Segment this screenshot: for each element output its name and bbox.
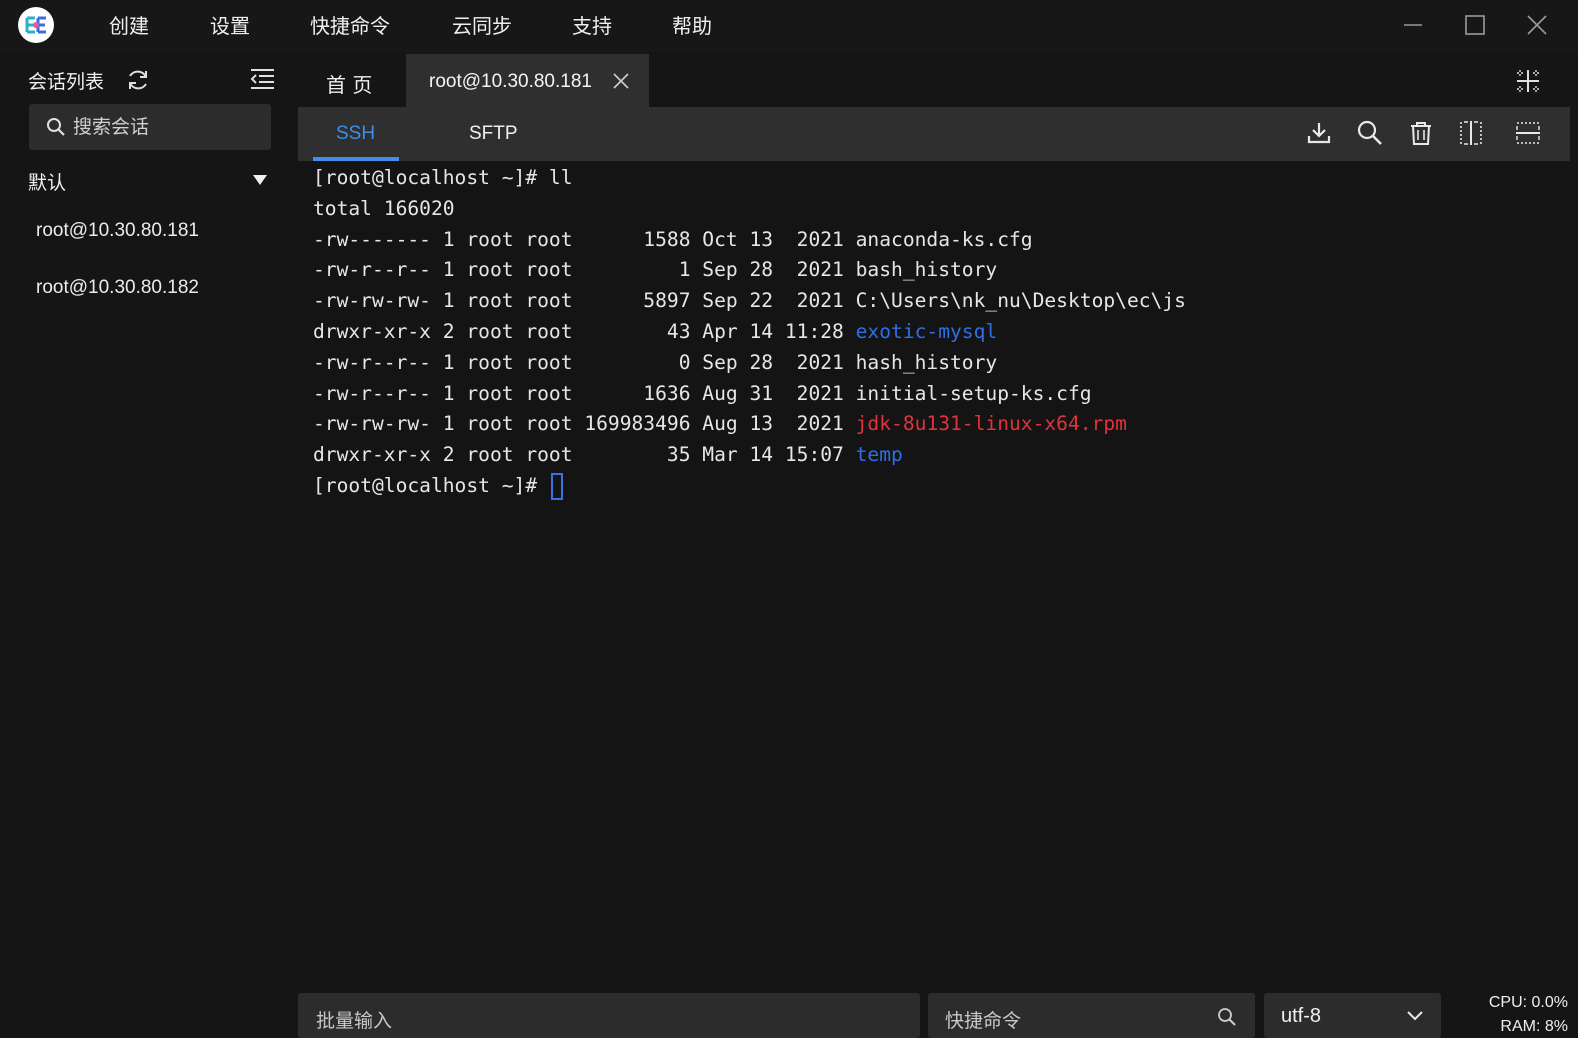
tab-session-label: root@10.30.80.181 — [429, 71, 592, 92]
session-item[interactable]: root@10.30.80.181 — [36, 220, 199, 242]
terminal-line: total 166020 — [313, 194, 1186, 225]
tab-ssh[interactable]: SSH — [336, 123, 375, 145]
app-logo-icon — [18, 7, 54, 43]
minimize-icon[interactable] — [1398, 10, 1428, 40]
terminal-text: -rw------- 1 root root 1588 Oct 13 2021 … — [313, 227, 1033, 251]
collapse-sidebar-icon[interactable] — [248, 66, 276, 92]
session-sidebar: 会话列表 默认 — [0, 52, 298, 1038]
terminal-text: -rw-rw-rw- 1 root root 169983496 Aug 13 … — [313, 412, 856, 436]
split-vertical-icon[interactable] — [1457, 119, 1485, 147]
session-search-input[interactable] — [73, 112, 263, 142]
terminal-text: [root@localhost ~]# ll — [313, 166, 573, 189]
tab-home-label: 首 页 — [326, 73, 373, 97]
encoding-select[interactable]: utf-8 — [1264, 993, 1441, 1038]
menu-quick-commands[interactable]: 快捷命令 — [310, 12, 390, 40]
split-layout-icon[interactable] — [1515, 68, 1541, 94]
bottom-bar: 批量输入 快捷命令 utf-8 CPU: 0.0% RAM: 8% — [298, 991, 1578, 1038]
tab-sftp[interactable]: SFTP — [469, 123, 518, 145]
terminal-text: [root@localhost ~]# — [313, 473, 549, 497]
terminal-cursor — [550, 472, 563, 500]
title-bar: 创建 设置 快捷命令 云同步 支持 帮助 — [0, 0, 1578, 52]
quick-command-placeholder: 快捷命令 — [945, 1010, 1022, 1032]
window-close-icon[interactable] — [1522, 10, 1552, 40]
resource-stats: CPU: 0.0% RAM: 8% — [1458, 991, 1568, 1038]
quick-command-input[interactable]: 快捷命令 — [928, 993, 1255, 1038]
terminal-line: -rw------- 1 root root 1588 Oct 13 2021 … — [313, 225, 1186, 256]
terminal-output[interactable]: [root@localhost ~]# ll total 166020 -rw---… — [298, 161, 1570, 991]
group-label: 默认 — [28, 172, 67, 194]
terminal-text: exotic-mysql — [855, 319, 998, 343]
trash-icon[interactable] — [1407, 119, 1435, 147]
terminal-line: -rw-rw-rw- 1 root root 5897 Sep 22 2021 … — [313, 286, 1186, 317]
session-subbar: SSH SFTP — [298, 107, 1570, 161]
terminal-line: -rw-r--r-- 1 root root 1 Sep 28 2021 bas… — [313, 255, 1186, 286]
session-search[interactable] — [29, 104, 271, 150]
terminal-text: -rw-r--r-- 1 root root 0 Sep 28 2021 has… — [313, 350, 998, 374]
close-icon[interactable] — [612, 72, 630, 90]
cpu-usage: CPU: 0.0% — [1488, 994, 1568, 1011]
menu-create[interactable]: 创建 — [109, 12, 149, 40]
sidebar-title: 会话列表 — [28, 71, 105, 93]
refresh-icon[interactable] — [125, 67, 151, 93]
search-icon — [47, 118, 65, 136]
split-horizontal-icon[interactable] — [1514, 119, 1542, 147]
terminal-line: -rw-rw-rw- 1 root root 169983496 Aug 13 … — [313, 409, 1186, 440]
tab-home[interactable]: 首 页 — [298, 54, 405, 107]
menu-settings[interactable]: 设置 — [210, 12, 250, 40]
batch-input[interactable]: 批量输入 — [298, 993, 920, 1038]
tab-bar: 首 页 root@10.30.80.181 — [298, 52, 1578, 107]
encoding-value: utf-8 — [1281, 1005, 1322, 1027]
terminal-text: jdk-8u131-linux-x64.rpm — [855, 412, 1127, 436]
terminal-text: total 166020 — [313, 196, 455, 220]
menu-help[interactable]: 帮助 — [672, 12, 712, 40]
terminal-line: drwxr-xr-x 2 root root 35 Mar 14 15:07 t… — [313, 440, 1186, 471]
batch-input-placeholder: 批量输入 — [316, 1010, 393, 1032]
search-icon[interactable] — [1356, 119, 1384, 147]
session-group-default[interactable]: 默认 — [28, 168, 272, 196]
terminal-text: temp — [855, 443, 903, 467]
menu-cloud-sync[interactable]: 云同步 — [452, 12, 512, 40]
terminal-text: -rw-rw-rw- 1 root root 5897 Sep 22 2021 … — [313, 289, 1186, 313]
session-item[interactable]: root@10.30.80.182 — [36, 277, 199, 299]
terminal-line: -rw-r--r-- 1 root root 1636 Aug 31 2021 … — [313, 379, 1186, 410]
terminal-line: drwxr-xr-x 2 root root 43 Apr 14 11:28 e… — [313, 317, 1186, 348]
search-icon[interactable] — [1217, 1007, 1237, 1027]
app-window: 创建 设置 快捷命令 云同步 支持 帮助 会话列表 搜索会话 默认 root@1… — [0, 0, 1578, 1038]
chevron-down-icon — [1407, 1011, 1423, 1021]
terminal-text: drwxr-xr-x 2 root root 43 Apr 14 11:28 — [313, 319, 856, 343]
terminal-text: -rw-r--r-- 1 root root 1636 Aug 31 2021 … — [313, 381, 1092, 405]
menu-support[interactable]: 支持 — [572, 12, 612, 40]
terminal-text: drwxr-xr-x 2 root root 35 Mar 14 15:07 — [313, 443, 856, 467]
terminal-line: -rw-r--r-- 1 root root 0 Sep 28 2021 has… — [313, 348, 1186, 379]
terminal-lines: [root@localhost ~]# ll total 166020 -rw---… — [313, 163, 1186, 502]
download-icon[interactable] — [1305, 119, 1333, 147]
caret-down-icon[interactable] — [252, 174, 268, 186]
terminal-line: [root@localhost ~]# ll — [313, 163, 1186, 194]
tab-session-active[interactable]: root@10.30.80.181 — [406, 54, 649, 107]
maximize-icon[interactable] — [1460, 10, 1490, 40]
terminal-text: -rw-r--r-- 1 root root 1 Sep 28 2021 bas… — [313, 258, 998, 282]
terminal-line: [root@localhost ~]# — [313, 471, 1186, 502]
ram-usage: RAM: 8% — [1500, 1018, 1568, 1035]
